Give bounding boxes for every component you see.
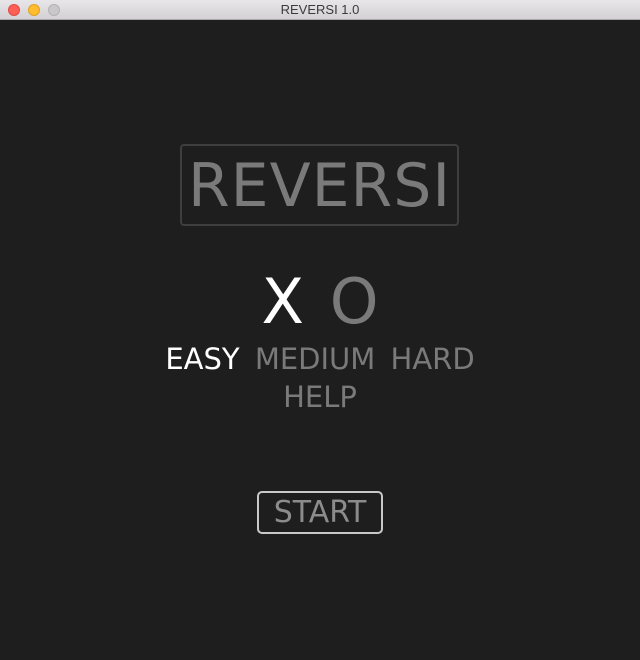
help-row: HELP [0, 378, 640, 416]
app-window: REVERSI 1.0 REVERSI X O EASY MEDIUM HARD… [0, 0, 640, 660]
piece-selector: X O [0, 264, 640, 340]
start-button[interactable]: START [257, 491, 383, 534]
piece-option-o[interactable]: O [330, 264, 379, 340]
game-logo: REVERSI [180, 144, 459, 226]
piece-option-x[interactable]: X [261, 264, 303, 340]
difficulty-selector: EASY MEDIUM HARD [0, 340, 640, 378]
help-button[interactable]: HELP [283, 378, 357, 416]
difficulty-option-hard[interactable]: HARD [391, 340, 475, 378]
difficulty-option-easy[interactable]: EASY [165, 340, 239, 378]
title-bar[interactable]: REVERSI 1.0 [0, 0, 640, 20]
window-title: REVERSI 1.0 [280, 2, 360, 17]
difficulty-option-medium[interactable]: MEDIUM [255, 340, 375, 378]
